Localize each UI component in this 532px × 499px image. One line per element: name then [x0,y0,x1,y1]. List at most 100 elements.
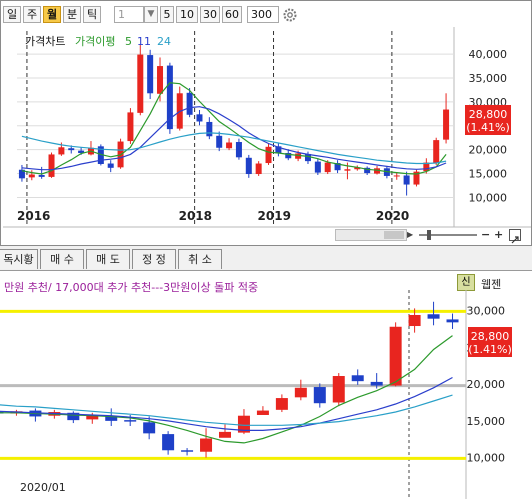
zoom-slider[interactable] [419,230,477,240]
legend-11: 11 [137,35,151,48]
y-tick-label: 20,000 [469,144,508,157]
y-tick-label: 20,000 [467,378,506,391]
candle-body [314,161,321,173]
y-tick-label: 35,000 [469,72,508,85]
candle-body [200,438,213,452]
tab-cancel[interactable]: 취 소 [178,249,222,269]
candle-body [166,65,173,130]
candle-body [351,375,364,382]
candle-body [393,175,400,177]
candle-body [127,112,134,142]
candle-body [332,376,345,403]
candle-body [28,174,35,178]
zoom-out-icon[interactable]: − [481,229,492,241]
tab-buy[interactable]: 매 수 [40,249,84,269]
candle-body [107,163,114,168]
x-tick-label: 2020 [376,209,409,223]
fit-chart-icon[interactable] [509,229,521,244]
y-tick-label: 15,000 [467,415,506,428]
candle-body [370,381,383,386]
period-day-button[interactable]: 일 [3,6,21,23]
candle-body [186,92,193,115]
candle-body [143,422,156,434]
scrollbar-thumb[interactable] [384,231,404,239]
candle-body [162,434,175,451]
x-tick-label: 2019 [258,209,291,223]
candle-body [235,142,242,158]
candle-body [403,175,410,185]
monthly-chart-panel: 일 주 월 분 틱 1 ▼ 5 10 30 60 300 10,000 15,00… [0,0,532,246]
legend-5: 5 [125,35,132,48]
change-rate-label: (1.41%) [466,121,510,134]
candle-body [427,314,440,319]
candle-body [216,135,223,148]
unit-60-button[interactable]: 60 [222,6,242,23]
legend-가격차트: 가격차트 [25,35,65,48]
candle-body [137,54,144,113]
candle-body [265,146,272,164]
zoom-in-icon[interactable]: + [494,229,505,241]
unit-5-button[interactable]: 5 [160,6,174,23]
tab-market[interactable]: 독시황 [0,249,38,269]
period-minute-button[interactable]: 분 [63,6,81,23]
x-tick-label: 2018 [179,209,212,223]
settings-gear-icon[interactable] [282,7,298,23]
recent-price-chart: 10,00015,00020,00025,00030,0002020/0128,… [0,290,512,499]
change-rate-label: (1.41%) [468,343,512,356]
candle-body [48,154,55,177]
candle-body [58,147,65,155]
period-tick-button[interactable]: 틱 [83,6,101,23]
candle-body [219,431,231,438]
candle-body [196,114,203,122]
candle-body [256,410,269,415]
unit-30-button[interactable]: 30 [200,6,220,23]
y-tick-label: 40,000 [469,48,508,61]
chart-scrollbar[interactable] [335,229,407,241]
candle-body [313,387,326,404]
current-price-label: 28,800 [469,108,508,121]
candle-body [38,174,45,177]
count-input[interactable]: 300 [247,6,279,23]
candle-body [433,140,440,164]
y-tick-label: 10,000 [467,452,506,465]
candle-body [324,162,331,173]
candle-body [294,387,307,398]
current-price-label: 28,800 [471,330,510,343]
ma24-line [0,394,453,426]
ma5-line [0,335,453,444]
order-tabs: 독시황 매 수 매 도 정 정 취 소 [0,248,532,270]
candle-body [68,148,75,151]
candle-body [408,314,421,327]
period-month-button[interactable]: 월 [43,6,61,23]
candle-body [181,450,194,452]
tab-modify[interactable]: 정 정 [132,249,176,269]
scroll-right-arrow-icon[interactable]: ▶ [407,229,417,241]
candle-body [446,319,459,323]
candle-body [157,66,164,94]
candle-body [206,121,213,137]
chart-toolbar: 일 주 월 분 틱 1 ▼ 5 10 30 60 300 [3,3,529,25]
candle-body [275,398,288,410]
y-tick-label: 30,000 [467,305,506,318]
candle-body [255,163,262,175]
legend-24: 24 [157,35,171,48]
unit-dropdown-arrow-icon[interactable]: ▼ [144,6,158,23]
y-tick-label: 10,000 [469,191,508,204]
tab-sell[interactable]: 매 도 [86,249,130,269]
favorite-stock-button[interactable]: 신 [457,274,475,291]
candle-body [443,109,450,140]
period-week-button[interactable]: 주 [23,6,41,23]
x-tick-label: 2016 [17,209,50,223]
candle-body [147,55,154,94]
candle-body [245,157,252,175]
candle-body [344,169,351,171]
unit-input[interactable]: 1 [114,6,144,23]
y-tick-label: 15,000 [469,168,508,181]
x-tick-label: 2020/01 [20,481,66,494]
unit-10-button[interactable]: 10 [176,6,198,23]
candle-body [389,326,402,386]
candle-body [124,420,137,422]
legend-가격이평: 가격이평 [75,35,115,48]
monthly-price-chart: 10,00015,00020,00025,00030,00035,00040,0… [3,27,531,245]
candle-body [226,142,233,149]
